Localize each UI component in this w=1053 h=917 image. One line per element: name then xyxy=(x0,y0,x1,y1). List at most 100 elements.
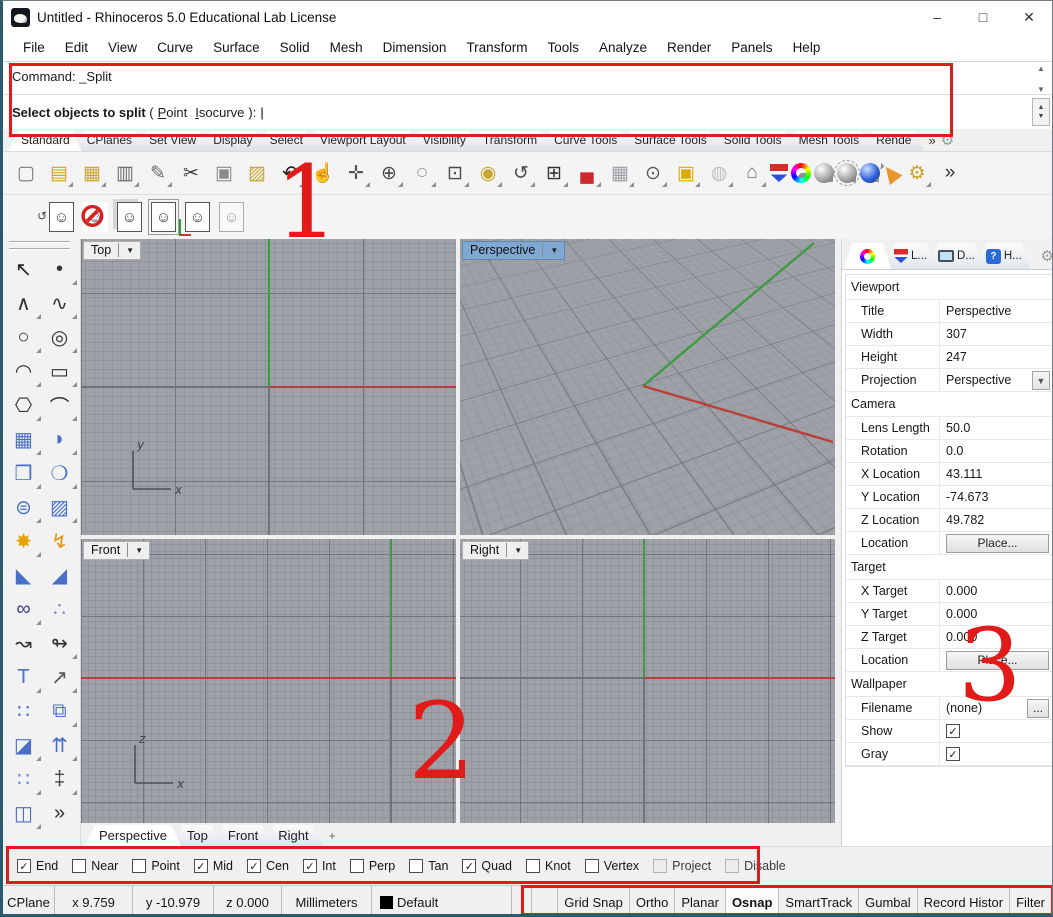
menu-item[interactable]: Render xyxy=(657,37,721,58)
rotate-image-icon[interactable]: ☺ xyxy=(49,202,74,232)
menu-item[interactable]: Transform xyxy=(456,37,537,58)
checkbox-icon[interactable] xyxy=(585,859,599,873)
shaded-sphere-icon[interactable] xyxy=(814,163,834,183)
command-scrollbar[interactable]: ▲ ▼ xyxy=(1032,64,1050,94)
menu-item[interactable]: Curve xyxy=(147,37,203,58)
checkbox-icon[interactable] xyxy=(17,859,31,873)
undo-view-icon[interactable]: ↺ xyxy=(506,158,536,188)
toolbar-tab[interactable]: Transform xyxy=(471,131,549,151)
checkbox-icon[interactable] xyxy=(409,859,423,873)
osnap-toggle[interactable]: Disable xyxy=(725,859,786,873)
close-button[interactable]: ✕ xyxy=(1006,1,1052,33)
maximize-button[interactable]: □ xyxy=(960,1,1006,33)
adjust-blend-icon[interactable]: ↬ xyxy=(42,626,78,660)
show-checkbox[interactable] xyxy=(946,724,960,738)
toolbar-tab[interactable]: Solid Tools xyxy=(712,131,794,151)
checkbox-icon[interactable] xyxy=(303,859,317,873)
render-shield-icon[interactable] xyxy=(770,164,788,182)
object-snap-icon[interactable]: ▣ xyxy=(671,158,701,188)
rectangle-icon[interactable]: ▭ xyxy=(42,354,78,388)
prop-value[interactable]: 43.111 xyxy=(940,463,1052,485)
circle-icon[interactable]: ○ xyxy=(6,320,42,354)
open-file-icon[interactable]: ▤ xyxy=(44,158,74,188)
camera-place-button[interactable]: Place... xyxy=(946,534,1049,553)
prop-value[interactable]: 0.000 xyxy=(940,626,1052,648)
zoom-extents-icon[interactable]: ⊡ xyxy=(440,158,470,188)
copy-icon[interactable]: ▣ xyxy=(209,158,239,188)
fillet-edge-icon[interactable]: ◣ xyxy=(6,558,42,592)
osnap-toggle[interactable]: End xyxy=(17,859,58,873)
cut-icon[interactable]: ✂ xyxy=(176,158,206,188)
units-cell[interactable]: Millimeters xyxy=(282,886,372,917)
layer-cell[interactable]: Default xyxy=(372,886,512,917)
osnap-toggle[interactable]: Cen xyxy=(247,859,289,873)
tab-help[interactable]: ?H... xyxy=(978,243,1030,269)
rendered-sphere-icon[interactable] xyxy=(837,163,857,183)
zoom-selected-icon[interactable]: ◉ xyxy=(473,158,503,188)
tab-properties[interactable] xyxy=(844,243,891,269)
lock-icon[interactable]: ⌂ xyxy=(737,158,767,188)
boolean-diff-icon[interactable]: ∴ xyxy=(42,592,78,626)
viewport-top-label[interactable]: Top ▼ xyxy=(83,241,141,260)
checkbox-icon[interactable] xyxy=(462,859,476,873)
prop-value[interactable]: 50.0 xyxy=(940,417,1052,439)
palette-grip[interactable] xyxy=(9,241,70,250)
osnap-toggle[interactable]: Mid xyxy=(194,859,233,873)
move-point-icon[interactable]: ↗ xyxy=(42,660,78,694)
extract-icon[interactable]: ↯ xyxy=(42,524,78,558)
toolbar-tab[interactable]: Curve Tools xyxy=(542,131,629,151)
light-icon[interactable]: ◍ xyxy=(704,158,734,188)
checkbox-icon[interactable] xyxy=(72,859,86,873)
menu-item[interactable]: Help xyxy=(783,37,831,58)
checkbox-icon[interactable] xyxy=(725,859,739,873)
status-toggle[interactable]: SmartTrack xyxy=(779,886,859,917)
color-wheel-icon[interactable] xyxy=(791,163,811,183)
named-view-icon[interactable]: ▄ xyxy=(572,158,602,188)
menu-item[interactable]: Solid xyxy=(270,37,320,58)
viewport-perspective-label[interactable]: Perspective ▼ xyxy=(462,241,565,260)
polyline-icon[interactable]: ∧ xyxy=(6,286,42,320)
toolbar-tab[interactable]: Viewport Layout xyxy=(308,131,418,151)
tab-display[interactable]: D... xyxy=(930,243,983,269)
paste-icon[interactable]: ▨ xyxy=(242,158,272,188)
viewport-top[interactable]: y x Top ▼ xyxy=(81,239,456,535)
settings-gears-icon[interactable]: ⚙ xyxy=(902,158,932,188)
prop-value[interactable]: 247 xyxy=(940,346,1052,368)
split-icon[interactable]: ◫ xyxy=(6,796,42,830)
menu-item[interactable]: Tools xyxy=(537,37,589,58)
blend-curve-icon[interactable]: ↝ xyxy=(6,626,42,660)
menu-item[interactable]: Dimension xyxy=(373,37,457,58)
status-toggle[interactable]: Record Histor xyxy=(918,886,1010,917)
panel-gear-icon[interactable]: ⚙ xyxy=(1041,247,1053,269)
point-icon[interactable]: • xyxy=(42,252,78,286)
command-prompt-line[interactable]: Select objects to split ( Point Isocurve… xyxy=(3,95,1052,129)
pan-icon[interactable]: ☝ xyxy=(308,158,338,188)
gray-checkbox[interactable] xyxy=(946,747,960,761)
command-spinner[interactable]: ▲ ▼ xyxy=(1032,98,1050,126)
toolbar-tab[interactable]: Visibility xyxy=(411,131,478,151)
export-icon[interactable]: ✎ xyxy=(143,158,173,188)
osnap-toggle[interactable]: Quad xyxy=(462,859,512,873)
viewport-right-label[interactable]: Right ▼ xyxy=(462,541,529,560)
toolbar-tab[interactable]: Set View xyxy=(137,131,208,151)
box-icon[interactable]: ❒ xyxy=(6,456,42,490)
menu-item[interactable]: View xyxy=(98,37,147,58)
prop-value[interactable]: -74.673 xyxy=(940,486,1052,508)
browse-button[interactable]: ... xyxy=(1027,699,1049,718)
tab-layers[interactable]: L... xyxy=(886,243,935,269)
status-toggle[interactable]: Gumbal xyxy=(859,886,918,917)
toolbar-tab[interactable]: Mesh Tools xyxy=(787,131,871,151)
viewport-layout-icon[interactable]: ⊞ xyxy=(539,158,569,188)
menu-item[interactable]: Surface xyxy=(203,37,270,58)
checkbox-icon[interactable] xyxy=(194,859,208,873)
orient-icon[interactable]: ⧉ xyxy=(42,694,78,728)
ghost-image-icon[interactable]: ☺ xyxy=(219,202,244,232)
viewport-right[interactable]: z y Right ▼ xyxy=(460,539,835,823)
palette-overflow-chevron[interactable]: » xyxy=(42,796,78,830)
toolbar-tab[interactable]: CPlanes xyxy=(75,131,144,151)
toolbar-tab[interactable]: Rende xyxy=(864,131,923,151)
hide-image-icon[interactable]: ☺ xyxy=(83,202,108,232)
copy-image-icon[interactable]: ☺ xyxy=(117,202,142,232)
status-toggle[interactable]: Planar xyxy=(675,886,726,917)
toolbar-tab[interactable]: Display xyxy=(201,131,264,151)
